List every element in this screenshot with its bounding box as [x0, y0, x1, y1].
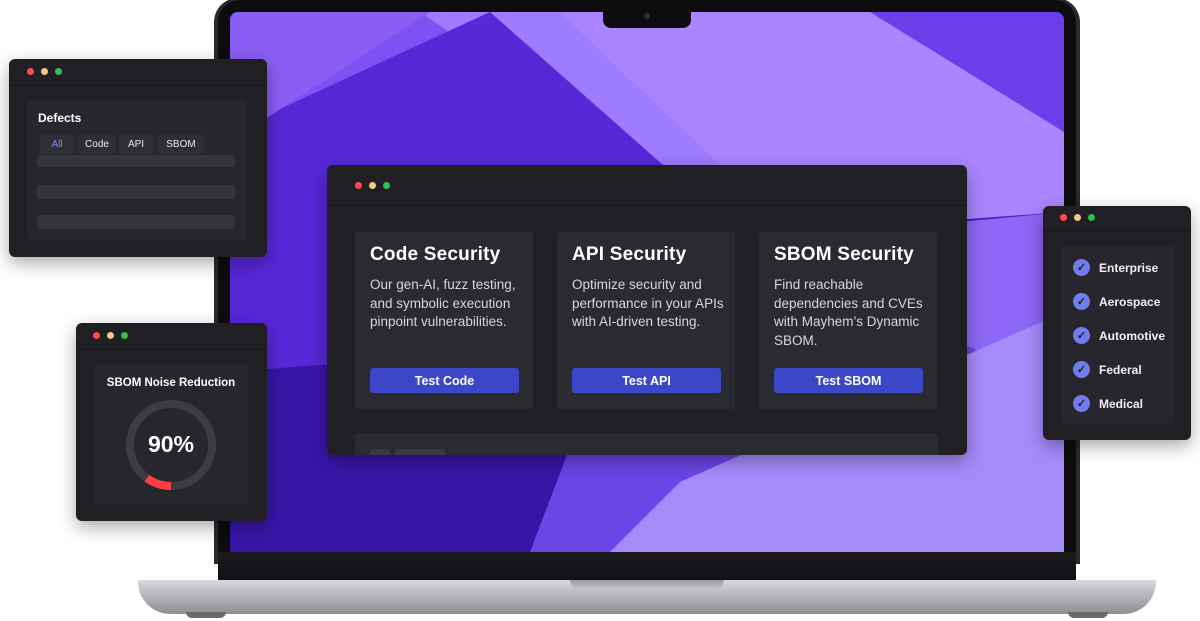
industry-label: Aerospace: [1099, 294, 1161, 309]
industry-item-enterprise: ✓ Enterprise: [1073, 259, 1158, 276]
defect-row-placeholder: [37, 215, 235, 229]
industry-label: Enterprise: [1099, 260, 1159, 275]
api-security-card: API Security Optimize security and perfo…: [557, 232, 735, 409]
minimize-dot-icon[interactable]: [1074, 214, 1081, 221]
check-icon: ✓: [1073, 395, 1090, 412]
placeholder-chip: [395, 449, 445, 455]
check-icon: ✓: [1073, 327, 1090, 344]
card-title: Code Security: [370, 244, 501, 265]
check-icon: ✓: [1073, 293, 1090, 310]
check-icon: ✓: [1073, 361, 1090, 378]
laptop-base-notch: [570, 580, 724, 590]
maximize-dot-icon[interactable]: [383, 182, 390, 189]
test-sbom-button[interactable]: Test SBOM: [774, 368, 923, 393]
window-controls: [355, 182, 390, 189]
test-code-button[interactable]: Test Code: [370, 368, 519, 393]
close-dot-icon[interactable]: [1060, 214, 1067, 221]
lower-panel: [355, 433, 938, 455]
minimize-dot-icon[interactable]: [369, 182, 376, 189]
minimize-dot-icon[interactable]: [107, 332, 114, 339]
defect-row-placeholder: [37, 185, 235, 199]
code-security-card: Code Security Our gen-AI, fuzz testing, …: [355, 232, 533, 409]
window-controls: [1060, 214, 1095, 221]
card-title: API Security: [572, 244, 687, 265]
industry-item-aerospace: ✓ Aerospace: [1073, 293, 1160, 310]
sbom-security-card: SBOM Security Find reachable dependencie…: [759, 232, 937, 409]
tab-all[interactable]: All: [40, 134, 74, 154]
industry-item-medical: ✓ Medical: [1073, 395, 1143, 412]
title-divider: [9, 85, 267, 86]
industry-label: Medical: [1099, 396, 1144, 411]
laptop-foot-left: [186, 612, 226, 618]
laptop-hinge: [218, 552, 1076, 580]
title-divider: [76, 349, 267, 350]
industry-label: Federal: [1099, 362, 1142, 377]
tab-code[interactable]: Code: [78, 134, 116, 154]
card-description: Optimize security and performance in you…: [572, 277, 724, 329]
title-divider: [327, 205, 967, 206]
close-dot-icon[interactable]: [355, 182, 362, 189]
defect-row-placeholder: [37, 155, 235, 167]
sbom-noise-title: SBOM Noise Reduction: [106, 377, 236, 389]
close-dot-icon[interactable]: [27, 68, 34, 75]
gauge-percent-label: 90%: [147, 431, 195, 457]
maximize-dot-icon[interactable]: [121, 332, 128, 339]
minimize-dot-icon[interactable]: [41, 68, 48, 75]
industry-item-federal: ✓ Federal: [1073, 361, 1142, 378]
defects-title: Defects: [38, 111, 82, 125]
placeholder-chip: [370, 449, 390, 455]
industry-label: Automotive: [1099, 328, 1165, 343]
check-icon: ✓: [1073, 259, 1090, 276]
card-description: Our gen-AI, fuzz testing, and symbolic e…: [370, 277, 516, 329]
tab-api[interactable]: API: [119, 134, 153, 154]
window-controls: [27, 68, 62, 75]
close-dot-icon[interactable]: [93, 332, 100, 339]
maximize-dot-icon[interactable]: [1088, 214, 1095, 221]
tab-sbom[interactable]: SBOM: [158, 134, 204, 154]
industry-item-automotive: ✓ Automotive: [1073, 327, 1165, 344]
card-description: Find reachable dependencies and CVEs wit…: [774, 277, 923, 348]
test-api-button[interactable]: Test API: [572, 368, 721, 393]
card-title: SBOM Security: [774, 244, 914, 265]
window-controls: [93, 332, 128, 339]
camera-icon: [644, 13, 650, 19]
title-divider: [1043, 230, 1191, 231]
laptop-foot-right: [1068, 612, 1108, 618]
maximize-dot-icon[interactable]: [55, 68, 62, 75]
